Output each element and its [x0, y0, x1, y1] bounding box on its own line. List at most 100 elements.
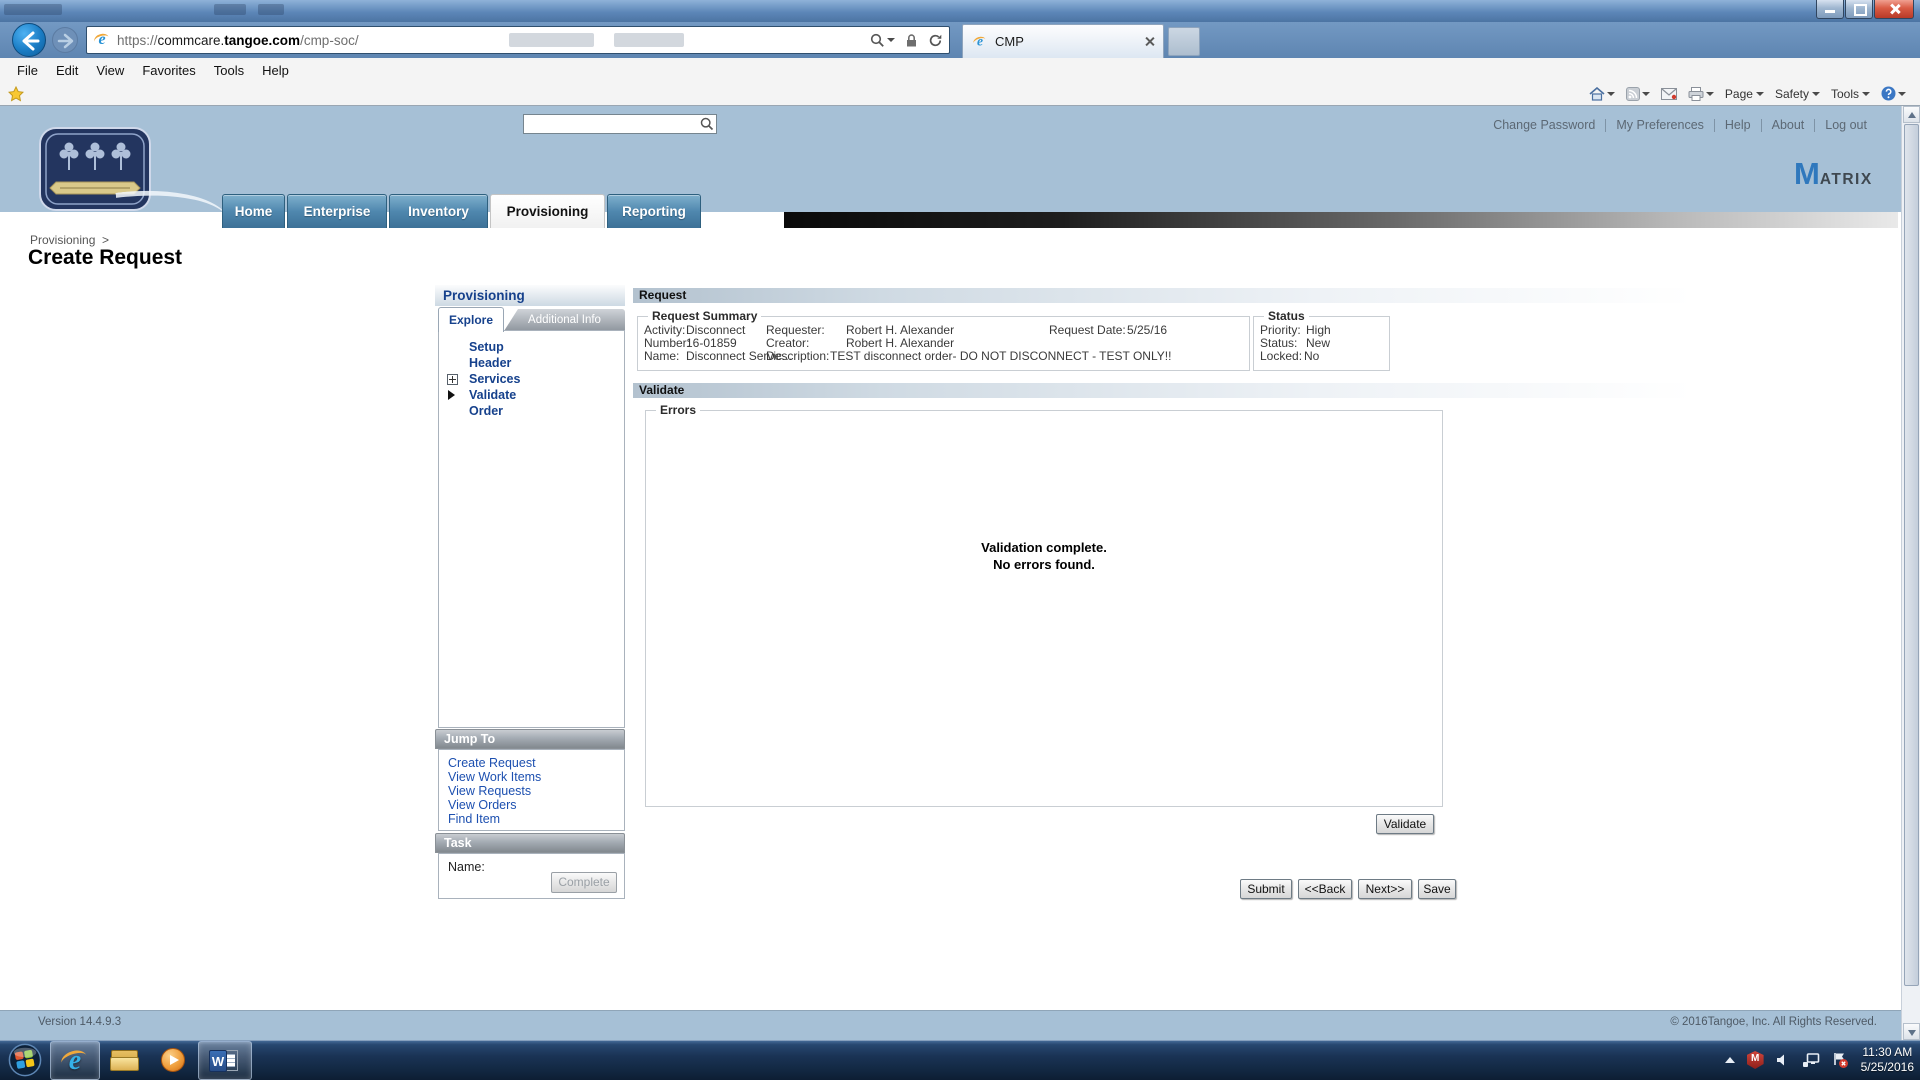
search-icon	[870, 33, 885, 48]
left-panel-title: Provisioning	[435, 285, 625, 306]
back-arrow-icon	[13, 24, 47, 58]
redacted-area	[258, 4, 284, 15]
feeds-menu[interactable]	[1626, 87, 1650, 101]
safety-menu[interactable]: Safety	[1775, 87, 1820, 101]
save-button[interactable]: Save	[1418, 879, 1456, 899]
start-button[interactable]	[5, 1041, 45, 1078]
taskbar-clock[interactable]: 11:30 AM 5/25/2016	[1861, 1045, 1914, 1075]
next-button[interactable]: Next>>	[1358, 879, 1412, 899]
submit-button[interactable]: Submit	[1240, 879, 1292, 899]
tree-item-validate[interactable]: Validate	[439, 388, 624, 404]
request-date-label: Request Date:	[1049, 323, 1126, 337]
action-center-flag-icon[interactable]	[1832, 1052, 1849, 1069]
link-view-requests[interactable]: View Requests	[448, 784, 531, 798]
link-find-item[interactable]: Find Item	[448, 812, 500, 826]
home-menu[interactable]	[1589, 87, 1615, 101]
tray-show-hidden-icon[interactable]	[1725, 1057, 1735, 1063]
chevron-down-icon	[1812, 92, 1820, 96]
search-icon[interactable]	[700, 117, 714, 131]
taskbar-ie-button[interactable]	[50, 1041, 100, 1080]
number-value: 16-01859	[686, 336, 737, 350]
volume-icon[interactable]	[1776, 1053, 1790, 1067]
validation-message: Validation complete. No errors found.	[646, 539, 1442, 573]
tab-explore[interactable]: Explore	[438, 307, 504, 332]
link-create-request[interactable]: Create Request	[448, 756, 536, 770]
favorites-star-icon[interactable]	[8, 86, 24, 102]
requester-label: Requester:	[766, 323, 825, 337]
help-link[interactable]: Help	[1725, 118, 1751, 132]
commandbar-right-group: Page Safety Tools	[1589, 82, 1906, 105]
logout-link[interactable]: Log out	[1825, 118, 1867, 132]
vertical-scrollbar[interactable]	[1901, 106, 1920, 1040]
network-icon[interactable]	[1802, 1053, 1820, 1068]
search-input[interactable]	[523, 114, 717, 134]
taskbar-explorer-button[interactable]	[102, 1041, 148, 1078]
tree-item-setup[interactable]: Setup	[439, 340, 624, 356]
restore-button[interactable]	[1845, 0, 1873, 19]
scroll-up-arrow[interactable]	[1903, 106, 1920, 123]
forward-arrow-icon	[53, 28, 79, 54]
new-tab-button[interactable]	[1168, 27, 1200, 56]
divider	[1714, 119, 1715, 132]
mcafee-icon[interactable]	[1747, 1051, 1764, 1069]
breadcrumb: Provisioning >	[30, 233, 109, 247]
refresh-icon[interactable]	[928, 33, 943, 48]
breadcrumb-item[interactable]: Provisioning	[30, 233, 95, 247]
window-controls	[1815, 0, 1914, 20]
creator-label: Creator:	[766, 336, 809, 350]
minimize-button[interactable]	[1816, 0, 1844, 19]
help-menu[interactable]	[1881, 86, 1906, 101]
chevron-down-icon	[1756, 92, 1764, 96]
link-view-work-items[interactable]: View Work Items	[448, 770, 541, 784]
validate-button[interactable]: Validate	[1376, 814, 1434, 834]
expand-plus-icon[interactable]	[447, 374, 458, 385]
search-dropdown[interactable]	[870, 33, 895, 48]
tab-home[interactable]: Home	[222, 194, 285, 228]
my-preferences-link[interactable]: My Preferences	[1616, 118, 1704, 132]
browser-tab[interactable]: CMP	[962, 24, 1164, 58]
change-password-link[interactable]: Change Password	[1493, 118, 1595, 132]
tools-menu[interactable]: Tools	[1831, 87, 1870, 101]
tree-item-services[interactable]: Services	[439, 372, 624, 388]
forward-button[interactable]	[52, 27, 78, 53]
tree-item-header[interactable]: Header	[439, 356, 624, 372]
mail-icon	[1661, 88, 1677, 100]
menu-view[interactable]: View	[87, 63, 133, 78]
scroll-down-arrow[interactable]	[1903, 1023, 1920, 1040]
address-bar[interactable]: https://commcare.tangoe.com/cmp-soc/	[86, 26, 950, 54]
page-menu[interactable]: Page	[1725, 87, 1764, 101]
status-fieldset: Status Priority: High Status: New Locked…	[1253, 316, 1390, 371]
menu-help[interactable]: Help	[253, 63, 298, 78]
taskbar-word-button[interactable]	[198, 1041, 252, 1080]
back-button-form[interactable]: <<Back	[1298, 879, 1352, 899]
tab-inventory[interactable]: Inventory	[389, 194, 488, 228]
menu-edit[interactable]: Edit	[47, 63, 87, 78]
tab-reporting[interactable]: Reporting	[607, 194, 701, 228]
tree-item-order[interactable]: Order	[439, 404, 624, 420]
read-mail-button[interactable]	[1661, 88, 1677, 100]
menu-tools[interactable]: Tools	[205, 63, 253, 78]
tab-close-icon[interactable]	[1144, 36, 1155, 47]
chevron-down-icon	[1862, 92, 1870, 96]
print-menu[interactable]	[1688, 87, 1714, 101]
printer-icon	[1688, 87, 1704, 101]
scrollbar-thumb[interactable]	[1904, 124, 1919, 986]
close-button[interactable]	[1874, 0, 1914, 19]
tab-enterprise[interactable]: Enterprise	[287, 194, 387, 228]
complete-button[interactable]: Complete	[551, 872, 617, 893]
divider	[1605, 119, 1606, 132]
account-links: Change Password My Preferences Help Abou…	[1493, 118, 1867, 132]
menu-favorites[interactable]: Favorites	[133, 63, 204, 78]
windows-orb-icon	[8, 1043, 42, 1077]
back-button[interactable]	[12, 23, 46, 57]
taskbar-media-player-button[interactable]	[150, 1041, 196, 1078]
link-view-orders[interactable]: View Orders	[448, 798, 517, 812]
request-date-value: 5/25/16	[1127, 323, 1167, 337]
breadcrumb-separator: >	[102, 233, 109, 247]
tab-provisioning[interactable]: Provisioning	[490, 194, 605, 228]
about-link[interactable]: About	[1772, 118, 1805, 132]
browser-navbar: https://commcare.tangoe.com/cmp-soc/	[0, 22, 1920, 58]
redacted-area	[4, 4, 62, 15]
tab-additional-info[interactable]: Additional Info	[504, 309, 625, 331]
menu-file[interactable]: File	[8, 63, 47, 78]
